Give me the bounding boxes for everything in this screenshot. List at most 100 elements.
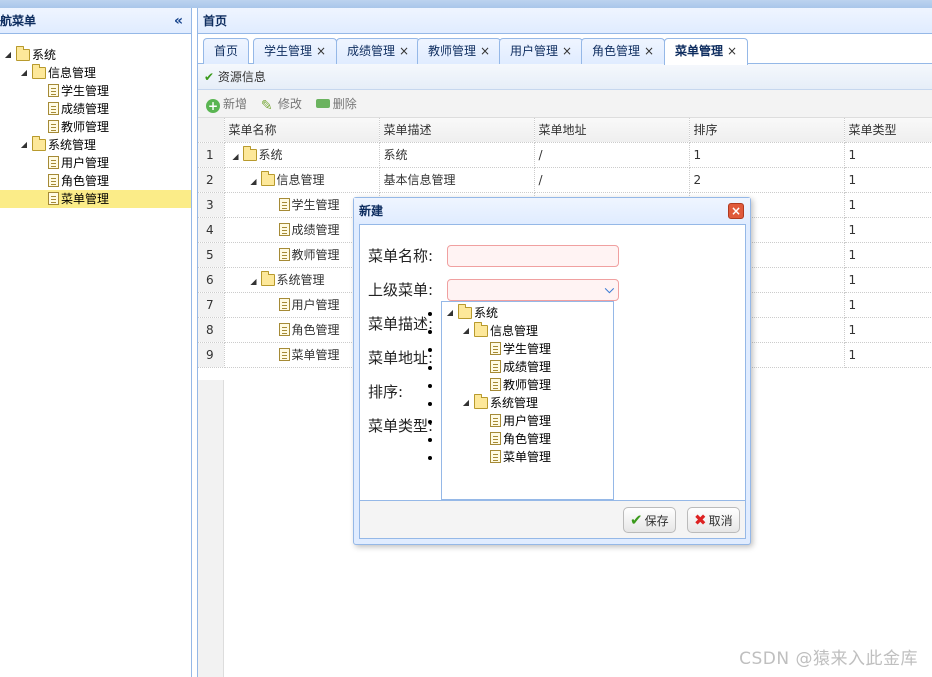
expand-arrow-icon[interactable]: ◢ [458,322,474,340]
parent-menu-label: 上级菜单: [368,281,434,299]
expand-arrow-icon[interactable]: ◢ [247,177,261,186]
table-row[interactable]: 2 ◢ 信息管理 基本信息管理/2 1 [198,167,932,193]
close-icon[interactable]: × [727,44,737,58]
folder-icon [260,171,275,186]
expand-arrow-icon[interactable]: ◢ [229,152,243,161]
tree-node[interactable]: 教师管理 [442,376,613,394]
cross-icon: ✖ [694,511,707,529]
column-header[interactable]: 排序 [689,118,845,143]
tab-1[interactable]: 学生管理 × [253,38,338,64]
save-button[interactable]: ✔ 保存 [623,507,676,533]
delete-button[interactable]: 删除 [315,97,357,111]
expand-arrow-icon[interactable]: ◢ [247,277,261,286]
column-header[interactable]: 菜单描述 [379,118,535,143]
add-icon: + [206,99,220,113]
tree-node[interactable]: 用户管理 [0,154,191,172]
expand-arrow-icon[interactable]: ◢ [0,46,16,64]
tab-0[interactable]: 首页 [203,38,250,64]
file-icon [490,342,501,355]
close-icon[interactable]: × [480,44,490,58]
tab-strip: 首页 学生管理 × 成绩管理 × 教师管理 × 用户管理 × 角色管理 × 菜单管理 × [198,34,932,65]
file-icon [490,360,501,373]
cell-mtype: 1 [844,242,932,268]
tree-node[interactable]: 角色管理 [442,430,613,448]
tab-label: 学生管理 [264,44,313,58]
file-icon [490,450,501,463]
close-icon[interactable]: × [316,44,326,58]
check-icon: ✔ [204,70,215,84]
file-icon [48,84,59,97]
tree-node-label: 信息管理 [490,324,539,338]
tree-node-label: 系统 [474,306,499,320]
column-header[interactable]: 菜单地址 [534,118,690,143]
cell-mtype: 1 [844,217,932,243]
file-icon [278,248,290,261]
tree-node[interactable]: 成绩管理 [442,358,613,376]
tree-node-label: 信息管理 [48,66,97,80]
tree-node[interactable]: ◢ 系统 [442,304,613,322]
expand-arrow-icon[interactable]: ◢ [458,394,474,412]
menu-name: 教师管理 [291,248,340,262]
tab-label: 教师管理 [428,44,477,58]
tree-node-label: 角色管理 [61,174,110,188]
tree-node[interactable]: ◢ 系统 [0,46,191,64]
folder-icon [260,271,275,286]
close-icon[interactable]: × [562,44,572,58]
row-number: 1 [198,142,225,168]
expand-arrow-icon[interactable]: ◢ [16,64,32,82]
tree-node[interactable]: ◢ 信息管理 [0,64,191,82]
tab-4[interactable]: 用户管理 × [499,38,584,64]
tree-node[interactable]: 菜单管理 [442,448,613,466]
tree-node[interactable]: 用户管理 [442,412,613,430]
column-header[interactable]: 菜单类型 [844,118,932,143]
dialog-title: 新建 [354,198,750,224]
tab-3[interactable]: 教师管理 × [417,38,502,64]
cell-url: / [534,142,690,168]
tab-5[interactable]: 角色管理 × [581,38,666,64]
file-icon [278,198,290,211]
tree-node[interactable]: 学生管理 [0,82,191,100]
folder-icon [474,322,488,337]
column-header[interactable]: 菜单名称 [224,118,380,143]
chevron-down-icon[interactable]: ⌵ [605,282,614,297]
file-icon [48,102,59,115]
edit-button[interactable]: ✎ 修改 [261,97,302,114]
sort-label: 排序: [368,383,404,401]
menu-name-cell: ◢ 信息管理 [224,167,380,193]
cell-mtype: 1 [844,167,932,193]
tree-node[interactable]: 成绩管理 [0,100,191,118]
resource-panel-title: 资源信息 [217,70,266,84]
tab-2[interactable]: 成绩管理 × [336,38,421,64]
parent-menu-combo[interactable]: ⌵ [447,279,619,301]
tree-node[interactable]: 教师管理 [0,118,191,136]
menu-name-cell: ◢ 系统 [224,142,380,168]
tree-node-label: 系统管理 [490,396,539,410]
tree-node[interactable]: 角色管理 [0,172,191,190]
tree-node[interactable]: ◢ 系统管理 [0,136,191,154]
cancel-button[interactable]: ✖ 取消 [687,507,740,533]
new-menu-dialog: 新建 × 菜单名称: 上级菜单: ⌵ 菜单描述: 菜单地址: 排序: 菜单类型:… [353,197,751,545]
tab-6[interactable]: 菜单管理 × [664,38,749,65]
tree-node[interactable]: ◢ 信息管理 [442,322,613,340]
menu-name-input[interactable] [447,245,619,267]
menu-name: 角色管理 [291,323,340,337]
file-icon [490,378,501,391]
pencil-icon: ✎ [260,98,273,114]
close-icon[interactable]: × [644,44,654,58]
add-button[interactable]: + 新增 [206,97,247,113]
row-number: 2 [198,167,225,193]
tree-node[interactable]: ◢ 系统管理 [442,394,613,412]
cell-desc: 系统 [379,142,535,168]
close-icon[interactable]: × [399,44,409,58]
close-icon[interactable]: × [728,203,744,219]
tree-node-label: 用户管理 [503,414,552,428]
tree-node[interactable]: 学生管理 [442,340,613,358]
tree-node-label: 教师管理 [61,120,110,134]
dialog-footer: ✔ 保存 ✖ 取消 [359,501,746,539]
table-row[interactable]: 1 ◢ 系统 系统/1 1 [198,142,932,168]
expand-arrow-icon[interactable]: ◢ [16,136,32,154]
tree-node[interactable]: 菜单管理 [0,190,191,208]
expand-arrow-icon[interactable]: ◢ [442,304,458,322]
file-icon [278,323,290,336]
collapse-icon[interactable]: « [174,8,183,34]
